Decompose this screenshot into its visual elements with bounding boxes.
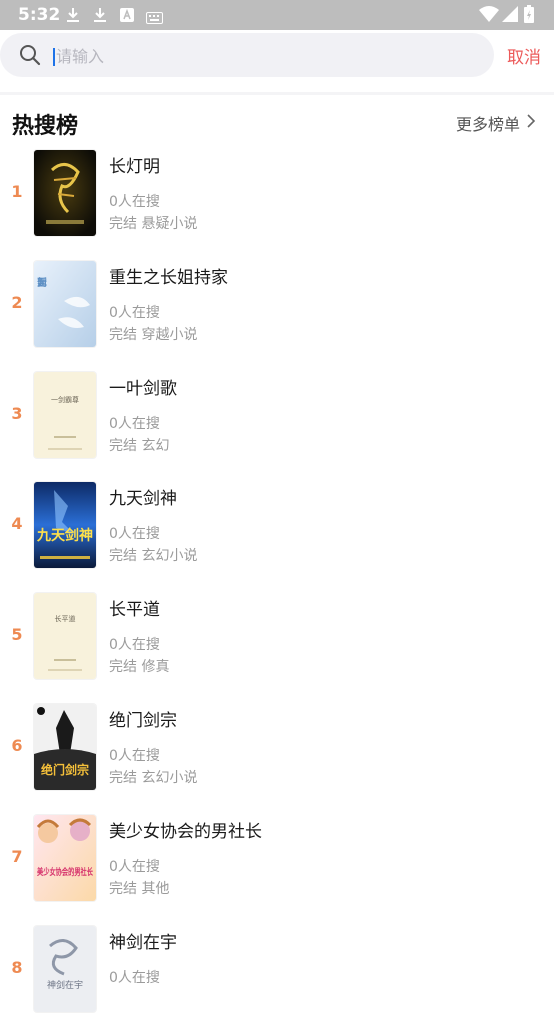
book-meta: 完结 玄幻小说 bbox=[109, 545, 197, 565]
search-icon bbox=[19, 44, 41, 70]
rank-number: 2 bbox=[11, 292, 23, 312]
download-icon bbox=[93, 7, 107, 27]
book-meta: 完结 穿越小说 bbox=[109, 324, 197, 344]
book-meta: 完结 修真 bbox=[109, 656, 169, 676]
book-genre: 其他 bbox=[141, 880, 170, 897]
font-icon bbox=[120, 7, 134, 26]
book-genre: 玄幻 bbox=[141, 437, 170, 454]
list-item[interactable]: 4 九天剑神 九天剑神 0人在搜 完结 玄幻小说 bbox=[0, 480, 554, 591]
book-title: 长灯明 bbox=[109, 157, 160, 177]
rank-number: 8 bbox=[11, 957, 23, 977]
cancel-button[interactable]: 取消 bbox=[507, 43, 541, 68]
book-title: 重生之长姐持家 bbox=[109, 267, 228, 288]
status-time: 5:32 bbox=[18, 5, 61, 25]
search-header: 取消 bbox=[0, 30, 554, 92]
search-count: 0人在搜 bbox=[109, 304, 160, 321]
list-item[interactable]: 3 一剑霸尊 一叶剑歌 0人在搜 完结 玄幻 bbox=[0, 370, 554, 481]
list-item[interactable]: 5 长平道 长平道 0人在搜 完结 修真 bbox=[0, 591, 554, 702]
cover-text: 一剑霸尊 bbox=[51, 395, 79, 404]
section-title: 热搜榜 bbox=[12, 114, 79, 139]
book-title: 神剑在宇 bbox=[109, 932, 177, 953]
wifi-icon bbox=[479, 6, 499, 26]
book-genre: 玄幻小说 bbox=[141, 548, 198, 565]
book-genre: 修真 bbox=[141, 659, 170, 676]
list-item[interactable]: 2 暂无封面 重生之长姐持家 0人在搜 完结 穿越小说 bbox=[0, 259, 554, 370]
search-count: 0人在搜 bbox=[109, 858, 160, 875]
signal-icon bbox=[502, 6, 518, 26]
book-meta: 完结 悬疑小说 bbox=[109, 213, 197, 233]
book-cover: 长平道 bbox=[34, 593, 96, 680]
cover-text: 九天剑神 bbox=[36, 527, 93, 544]
search-count: 0人在搜 bbox=[109, 415, 160, 432]
rank-number: 1 bbox=[11, 182, 23, 201]
book-title: 美少女协会的男社长 bbox=[109, 821, 262, 842]
search-count: 0人在搜 bbox=[109, 637, 160, 654]
book-meta: 完结 玄幻 bbox=[109, 435, 169, 455]
book-status: 完结 bbox=[109, 548, 137, 565]
search-count: 0人在搜 bbox=[109, 194, 160, 210]
book-status: 完结 bbox=[109, 880, 137, 897]
header-divider bbox=[0, 92, 554, 95]
book-status: 完结 bbox=[109, 326, 137, 343]
book-status: 完结 bbox=[109, 769, 137, 786]
more-rankings-link[interactable]: 更多榜单 bbox=[456, 111, 520, 135]
search-bar[interactable] bbox=[0, 33, 494, 77]
list-item[interactable]: 7 美少女协会的男社长 美少女协会的男社长 0人在搜 完结 其他 bbox=[0, 813, 554, 924]
cover-text: 暂无封面 bbox=[35, 276, 47, 288]
hot-search-list: 1 长灯明 0人在搜 完结 悬疑小说 2 暂无封面 重生之长姐持家 0人在搜 完… bbox=[0, 148, 554, 1034]
book-title: 一叶剑歌 bbox=[109, 378, 177, 399]
book-cover: 神剑在宇 bbox=[34, 925, 96, 1012]
book-meta: 完结 其他 bbox=[109, 878, 169, 898]
cover-text: 神剑在宇 bbox=[47, 979, 83, 991]
cover-text: 美少女协会的男社长 bbox=[37, 866, 94, 878]
chevron-right-icon[interactable] bbox=[526, 113, 536, 133]
book-cover: 九天剑神 bbox=[34, 482, 96, 569]
book-status: 完结 bbox=[109, 659, 137, 676]
search-input[interactable] bbox=[54, 39, 478, 73]
book-cover: 一剑霸尊 bbox=[34, 371, 96, 458]
book-genre: 悬疑小说 bbox=[141, 216, 198, 232]
book-cover: 绝门剑宗 bbox=[34, 703, 96, 790]
rank-number: 3 bbox=[11, 403, 23, 423]
download-icon bbox=[66, 7, 80, 27]
list-item[interactable]: 6 绝门剑宗 绝门剑宗 0人在搜 完结 玄幻小说 bbox=[0, 702, 554, 813]
book-title: 九天剑神 bbox=[109, 489, 177, 510]
book-status: 完结 bbox=[109, 216, 137, 232]
search-count: 0人在搜 bbox=[109, 526, 160, 543]
book-title: 长平道 bbox=[109, 600, 160, 621]
book-title: 绝门剑宗 bbox=[109, 710, 177, 731]
book-cover: 美少女协会的男社长 bbox=[34, 814, 96, 901]
rank-number: 6 bbox=[11, 735, 23, 755]
book-status: 完结 bbox=[109, 437, 137, 454]
status-bar: 5:32 bbox=[0, 0, 554, 30]
search-count: 0人在搜 bbox=[109, 747, 160, 764]
keyboard-icon bbox=[146, 9, 163, 28]
list-item[interactable]: 8 神剑在宇 神剑在宇 0人在搜 bbox=[0, 924, 554, 1034]
rank-number: 5 bbox=[11, 625, 23, 645]
book-meta: 完结 玄幻小说 bbox=[109, 767, 197, 787]
rank-number: 7 bbox=[11, 846, 23, 866]
rank-number: 4 bbox=[11, 514, 23, 534]
battery-icon bbox=[524, 5, 534, 27]
book-genre: 玄幻小说 bbox=[141, 769, 198, 786]
book-cover bbox=[34, 150, 96, 236]
cover-text: 绝门剑宗 bbox=[41, 762, 89, 777]
book-cover: 暂无封面 bbox=[34, 260, 96, 347]
list-item[interactable]: 1 长灯明 0人在搜 完结 悬疑小说 bbox=[0, 148, 554, 259]
cover-text: 长平道 bbox=[55, 614, 76, 623]
book-genre: 穿越小说 bbox=[141, 326, 198, 343]
